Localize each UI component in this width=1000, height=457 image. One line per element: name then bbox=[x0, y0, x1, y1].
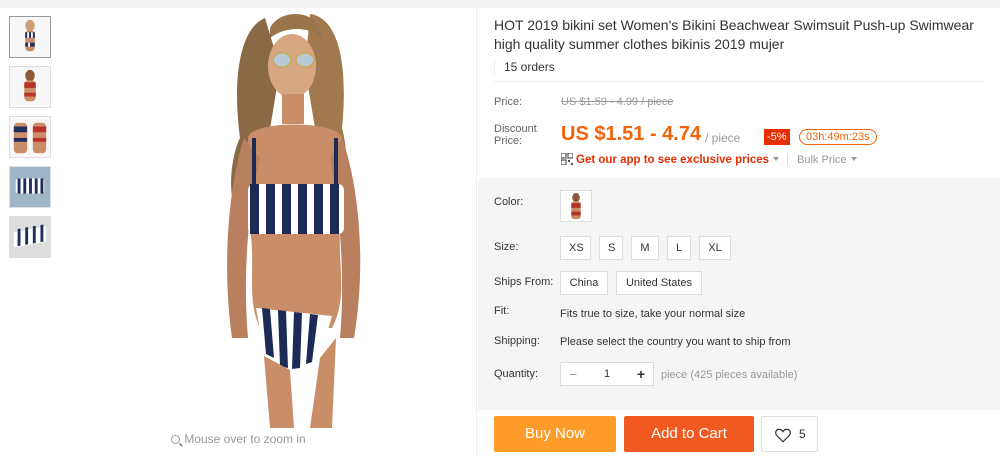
quantity-decrement-button[interactable]: − bbox=[561, 363, 585, 385]
sku-options: Color: Size: XS S M L XL Ships From: Chi… bbox=[478, 178, 1000, 410]
magnifier-icon bbox=[171, 435, 181, 444]
bulk-price-toggle[interactable]: Bulk Price bbox=[797, 154, 847, 166]
fit-label: Fit: bbox=[494, 305, 510, 317]
thumbnail-1[interactable] bbox=[9, 16, 51, 58]
size-option-m[interactable]: M bbox=[631, 236, 659, 260]
wishlist-count: 5 bbox=[799, 427, 806, 441]
thumbnail-2[interactable] bbox=[9, 66, 51, 108]
quantity-label: Quantity: bbox=[494, 368, 539, 380]
ships-from-label: Ships From: bbox=[494, 276, 554, 288]
quantity-input[interactable]: 1 bbox=[585, 363, 629, 385]
thumbnail-5[interactable] bbox=[9, 216, 51, 258]
orders-row: 15 orders bbox=[494, 54, 984, 82]
ships-from-china[interactable]: China bbox=[560, 271, 608, 295]
zoom-hint: Mouse over to zoom in bbox=[0, 432, 477, 446]
price-label: Price: bbox=[494, 96, 523, 108]
chevron-down-icon[interactable] bbox=[850, 157, 857, 161]
quantity-stepper: − 1 + bbox=[560, 362, 654, 386]
product-page: Mouse over to zoom in HOT 2019 bikini se… bbox=[0, 8, 1000, 457]
quantity-increment-button[interactable]: + bbox=[629, 363, 653, 385]
chevron-down-icon[interactable] bbox=[773, 157, 780, 161]
size-option-l[interactable]: L bbox=[667, 236, 691, 260]
shipping-text: Please select the country you want to sh… bbox=[560, 336, 791, 348]
discount-price: US $1.51 - 4.74 bbox=[561, 123, 702, 145]
product-title: HOT 2019 bikini set Women's Bikini Beach… bbox=[494, 17, 974, 52]
size-option-xs[interactable]: XS bbox=[560, 236, 591, 260]
qr-code-icon bbox=[561, 153, 573, 165]
buy-now-button[interactable]: Buy Now bbox=[494, 416, 616, 452]
fit-text: Fits true to size, take your normal size bbox=[560, 308, 746, 320]
wishlist-button[interactable]: 5 bbox=[761, 416, 818, 452]
product-info: HOT 2019 bikini set Women's Bikini Beach… bbox=[478, 8, 1000, 457]
shipping-label: Shipping: bbox=[494, 335, 540, 347]
main-product-image[interactable] bbox=[170, 8, 400, 428]
color-swatch[interactable] bbox=[560, 190, 592, 222]
thumbnail-3[interactable] bbox=[9, 116, 51, 158]
image-gallery: Mouse over to zoom in bbox=[0, 8, 477, 457]
availability-text: piece (425 pieces available) bbox=[661, 369, 798, 381]
size-option-xl[interactable]: XL bbox=[699, 236, 731, 260]
order-count: 15 orders bbox=[494, 60, 555, 74]
heart-icon bbox=[775, 428, 791, 443]
ships-from-united-states[interactable]: United States bbox=[616, 271, 702, 295]
thumbnail-list bbox=[9, 16, 51, 266]
thumbnail-4[interactable] bbox=[9, 166, 51, 208]
discount-badge: -5% bbox=[764, 129, 790, 145]
app-promo-row: Get our app to see exclusive prices Bulk … bbox=[561, 152, 857, 166]
size-option-s[interactable]: S bbox=[599, 236, 623, 260]
countdown-timer: 03h:49m:23s bbox=[799, 129, 877, 145]
color-label: Color: bbox=[494, 196, 524, 208]
add-to-cart-button[interactable]: Add to Cart bbox=[624, 416, 754, 452]
discount-price-label: Discount Price: bbox=[494, 123, 537, 147]
size-label: Size: bbox=[494, 241, 519, 253]
app-exclusive-link[interactable]: Get our app to see exclusive prices bbox=[576, 154, 769, 166]
original-price: US $1.59 - 4.99 / piece bbox=[561, 96, 674, 108]
per-piece-unit: / piece bbox=[705, 131, 741, 145]
